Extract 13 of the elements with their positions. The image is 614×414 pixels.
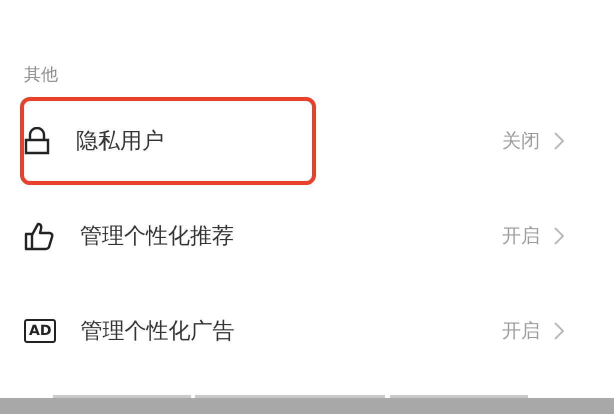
chevron-right-icon[interactable] [554, 226, 564, 244]
chevron-right-icon[interactable] [554, 132, 564, 150]
thumbs-up-icon [24, 220, 54, 250]
item-value: 开启 [502, 318, 540, 344]
lock-icon [24, 126, 50, 154]
section-title: 其他 [24, 64, 59, 87]
chevron-right-icon[interactable] [554, 322, 564, 340]
item-value: 开启 [502, 224, 540, 248]
item-label[interactable]: 管理个性化推荐 [80, 220, 234, 250]
item-label[interactable]: 隐私用户 [76, 126, 164, 156]
item-value: 关闭 [502, 128, 540, 154]
item-label[interactable]: 管理个性化广告 [80, 316, 234, 346]
ad-icon: AD [24, 318, 56, 342]
